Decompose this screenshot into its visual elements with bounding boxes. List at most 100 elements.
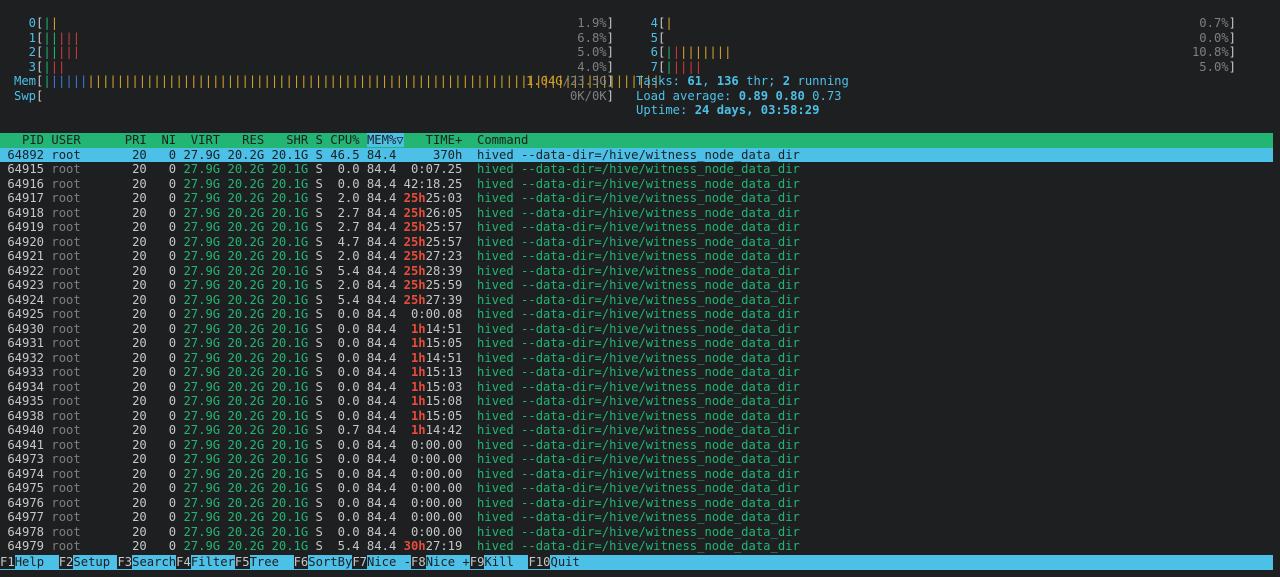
fkey-label-f6[interactable]: SortBy — [308, 555, 353, 569]
state-cell: S — [308, 539, 323, 553]
user-cell: root — [44, 524, 118, 539]
virt-cell: 27.9G — [176, 423, 221, 437]
process-row[interactable]: 64935 root 20 0 27.9G 20.2G 20.1G S 0.0 … — [0, 394, 1280, 409]
fkey-label-f1[interactable]: Help — [14, 555, 59, 569]
col-ni-header[interactable]: NI — [147, 133, 176, 147]
fkey-label-f4[interactable]: Filter — [190, 555, 235, 569]
process-row[interactable]: 64925 root 20 0 27.9G 20.2G 20.1G S 0.0 … — [0, 307, 1280, 322]
fkey-f4[interactable]: F4 — [176, 555, 191, 569]
process-row[interactable]: 64921 root 20 0 27.9G 20.2G 20.1G S 2.0 … — [0, 249, 1280, 264]
fkey-label-f5[interactable]: Tree — [249, 555, 294, 569]
virt-cell: 27.9G — [176, 220, 221, 234]
pid-cell: 64941 — [0, 437, 45, 452]
command-cell: hived --data-dir=/hive/witness_node_data… — [462, 234, 800, 249]
command-cell: hived --data-dir=/hive/witness_node_data… — [462, 510, 800, 524]
fkey-label-f3[interactable]: Search — [132, 555, 177, 569]
col-pri-header[interactable]: PRI — [117, 133, 147, 147]
command-cell: hived --data-dir=/hive/witness_node_data… — [462, 263, 800, 278]
fkey-label-f10[interactable]: Quit — [550, 555, 580, 569]
tasks-label: Tasks: — [636, 74, 688, 88]
pri-cell: 20 — [117, 539, 147, 553]
col-s-header[interactable]: S — [308, 133, 323, 147]
process-row[interactable]: 64924 root 20 0 27.9G 20.2G 20.1G S 5.4 … — [0, 293, 1280, 308]
pri-cell: 20 — [117, 379, 147, 394]
col-cpu-header[interactable]: CPU% — [323, 133, 359, 147]
ni-cell: 0 — [146, 147, 177, 162]
fkey-label-f7[interactable]: Nice - — [367, 555, 412, 569]
mem-cell: 84.4 — [359, 524, 397, 539]
fkey-f7[interactable]: F7 — [352, 555, 367, 569]
process-row[interactable]: 64920 root 20 0 27.9G 20.2G 20.1G S 4.7 … — [0, 235, 1280, 250]
mem-cell: 84.4 — [359, 481, 397, 495]
cpu-cell: 5.4 — [322, 292, 360, 307]
col-command-header[interactable]: Command — [462, 133, 528, 147]
process-table[interactable]: PID USER PRI NI VIRT RES SHR S CPU% MEM%… — [0, 133, 1280, 554]
cpu-cell: 5.4 — [322, 263, 360, 278]
process-row[interactable]: 64979 root 20 0 27.9G 20.2G 20.1G S 5.4 … — [0, 539, 1280, 554]
process-row[interactable]: 64934 root 20 0 27.9G 20.2G 20.1G S 0.0 … — [0, 380, 1280, 395]
process-row[interactable]: 64923 root 20 0 27.9G 20.2G 20.1G S 2.0 … — [0, 278, 1280, 293]
process-row[interactable]: 64892 root 20 0 27.9G 20.2G 20.1G S 46.5… — [0, 147, 1273, 162]
process-row[interactable]: 64932 root 20 0 27.9G 20.2G 20.1G S 0.0 … — [0, 351, 1280, 366]
fkey-f2[interactable]: F2 — [58, 555, 74, 569]
state-cell: S — [308, 350, 323, 365]
user-cell: root — [44, 539, 118, 553]
fkey-f6[interactable]: F6 — [293, 555, 309, 569]
process-row[interactable]: 64916 root 20 0 27.9G 20.2G 20.1G S 0.0 … — [0, 177, 1280, 192]
col-shr-header[interactable]: SHR — [264, 133, 308, 147]
process-row[interactable]: 64938 root 20 0 27.9G 20.2G 20.1G S 0.0 … — [0, 409, 1280, 424]
command-cell: hived --data-dir=/hive/witness_node_data… — [462, 147, 800, 162]
cpu-percent-value: 10.8% — [1191, 45, 1229, 59]
process-row[interactable]: 64922 root 20 0 27.9G 20.2G 20.1G S 5.4 … — [0, 264, 1280, 279]
fkey-label-f2[interactable]: Setup — [73, 555, 118, 569]
state-cell: S — [308, 466, 323, 481]
state-cell: S — [308, 452, 323, 466]
col-user-header[interactable]: USER — [44, 133, 117, 147]
process-row[interactable]: 64940 root 20 0 27.9G 20.2G 20.1G S 0.7 … — [0, 423, 1280, 438]
process-row[interactable]: 64930 root 20 0 27.9G 20.2G 20.1G S 0.0 … — [0, 322, 1280, 337]
htop-terminal: 0[|| 1.9%] 1[||||| 6.8%] 2[||||| 5.0%] 3[||… — [0, 0, 1280, 577]
command-cell: hived --data-dir=/hive/witness_node_data… — [462, 408, 800, 423]
process-row[interactable]: 64975 root 20 0 27.9G 20.2G 20.1G S 0.0 … — [0, 481, 1280, 496]
process-list[interactable]: 64892 root 20 0 27.9G 20.2G 20.1G S 46.5… — [0, 147, 1280, 554]
process-row[interactable]: 64918 root 20 0 27.9G 20.2G 20.1G S 2.7 … — [0, 206, 1280, 221]
res-cell: 20.2G — [220, 321, 265, 336]
fkey-f8[interactable]: F8 — [411, 555, 426, 569]
process-row[interactable]: 64941 root 20 0 27.9G 20.2G 20.1G S 0.0 … — [0, 438, 1280, 453]
meter-bracket-close: ] — [1228, 59, 1236, 74]
process-row[interactable]: 64973 root 20 0 27.9G 20.2G 20.1G S 0.0 … — [0, 452, 1280, 467]
time-cell: 0:07.25 — [410, 162, 463, 176]
time-cell: 0:00.08 — [410, 307, 463, 321]
col-res-header[interactable]: RES — [220, 133, 264, 147]
process-row[interactable]: 64978 root 20 0 27.9G 20.2G 20.1G S 0.0 … — [0, 525, 1280, 540]
cpu-cell: 0.0 — [322, 379, 360, 394]
process-row[interactable]: 64931 root 20 0 27.9G 20.2G 20.1G S 0.0 … — [0, 336, 1280, 351]
process-row[interactable]: 64919 root 20 0 27.9G 20.2G 20.1G S 2.7 … — [0, 220, 1280, 235]
fkey-f5[interactable]: F5 — [234, 555, 250, 569]
col-mem-header[interactable]: MEM%▽ — [366, 133, 404, 147]
fkey-label-f9[interactable]: Kill — [484, 555, 529, 569]
user-cell: root — [44, 365, 118, 379]
process-row[interactable]: 64976 root 20 0 27.9G 20.2G 20.1G S 0.0 … — [0, 496, 1280, 511]
pid-cell: 64922 — [0, 263, 45, 278]
process-row[interactable]: 64974 root 20 0 27.9G 20.2G 20.1G S 0.0 … — [0, 467, 1280, 482]
process-table-header[interactable]: PID USER PRI NI VIRT RES SHR S CPU% MEM%… — [0, 133, 1273, 148]
fkey-label-f8[interactable]: Nice + — [425, 555, 470, 569]
process-row[interactable]: 64915 root 20 0 27.9G 20.2G 20.1G S 0.0 … — [0, 162, 1280, 177]
col-pid-header[interactable]: PID — [0, 133, 44, 147]
ni-cell: 0 — [146, 510, 177, 524]
meter-bracket-open: [ — [658, 30, 666, 45]
process-row[interactable]: 64917 root 20 0 27.9G 20.2G 20.1G S 2.0 … — [0, 191, 1280, 206]
mem-cell: 84.4 — [359, 176, 397, 191]
process-row[interactable]: 64977 root 20 0 27.9G 20.2G 20.1G S 0.0 … — [0, 510, 1280, 525]
fkey-f10[interactable]: F10 — [528, 555, 551, 569]
mem-cell: 84.4 — [359, 263, 397, 278]
fkey-f9[interactable]: F9 — [469, 555, 485, 569]
process-row[interactable]: 64933 root 20 0 27.9G 20.2G 20.1G S 0.0 … — [0, 365, 1280, 380]
col-virt-header[interactable]: VIRT — [176, 133, 220, 147]
col-time-header[interactable]: TIME+ — [404, 133, 463, 147]
mem-used-value: 1.04G — [525, 74, 563, 88]
meter-bracket-close: ] — [1228, 30, 1236, 45]
fkey-f1[interactable]: F1 — [0, 555, 15, 569]
fkey-f3[interactable]: F3 — [117, 555, 133, 569]
